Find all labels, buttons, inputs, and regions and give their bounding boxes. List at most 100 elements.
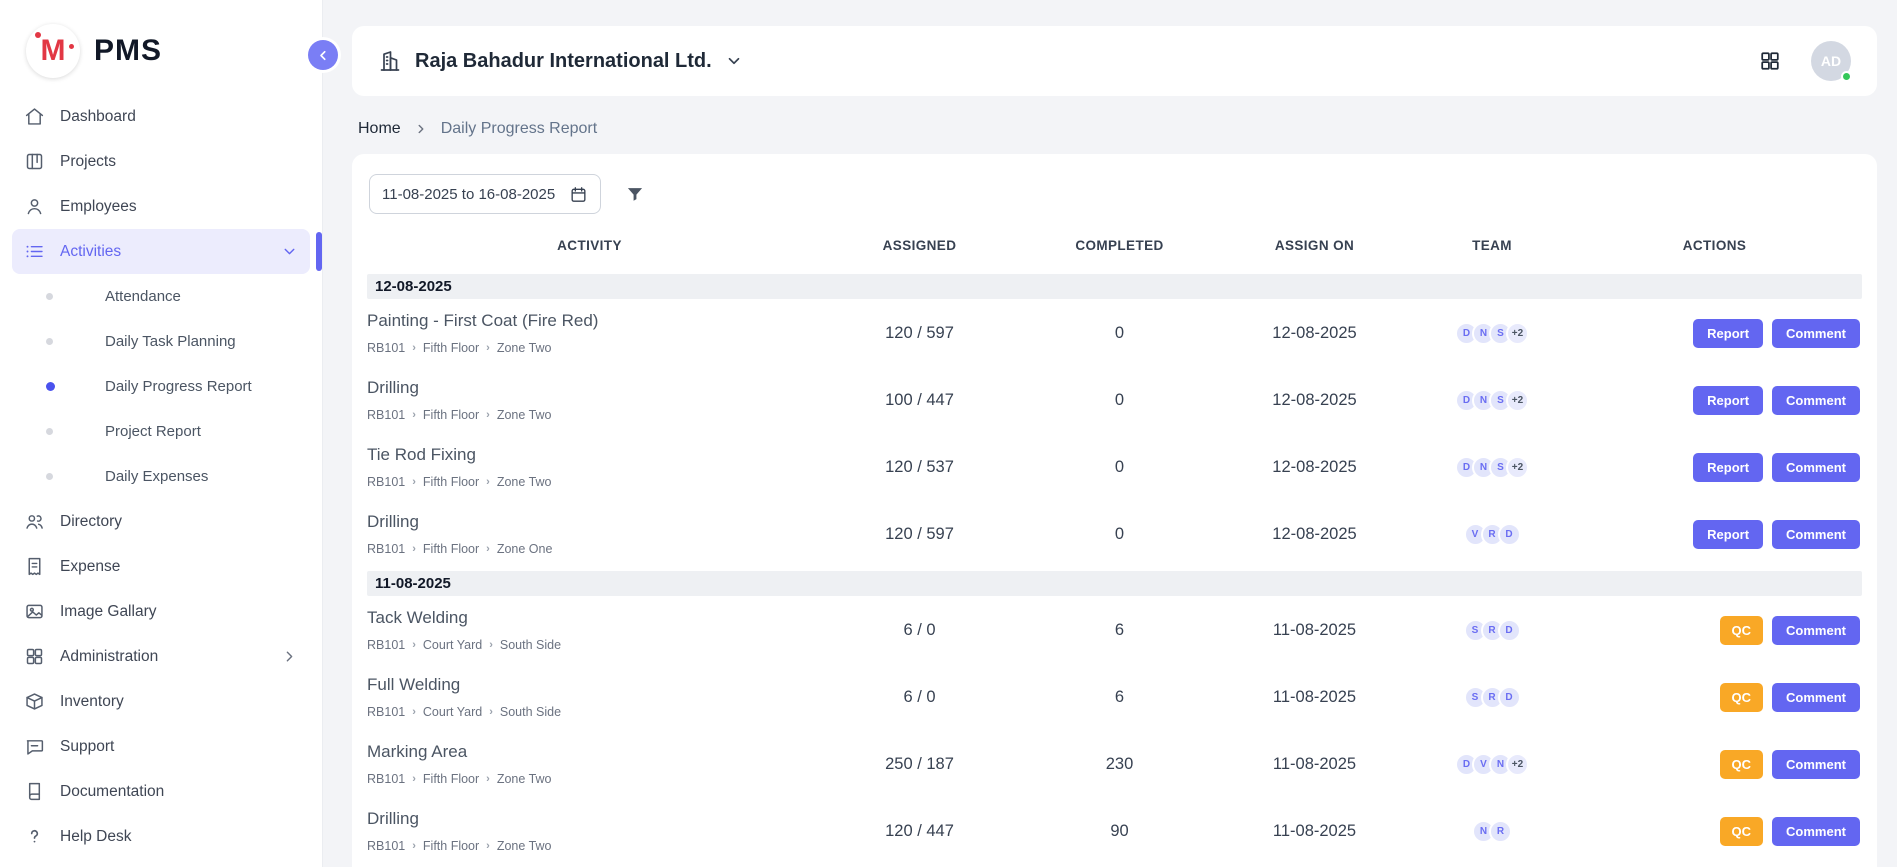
qc-button[interactable]: QC bbox=[1720, 683, 1764, 712]
chevron-right-icon: › bbox=[486, 543, 490, 555]
activity-row: Marking AreaRB101›Fifth Floor›Zone Two25… bbox=[367, 732, 1862, 799]
sidebar-item-label: Help Desk bbox=[60, 828, 132, 846]
completed-value: 0 bbox=[1027, 324, 1212, 343]
sidebar-item-label: Activities bbox=[60, 243, 121, 261]
home-icon bbox=[24, 106, 45, 127]
chevron-right-icon: › bbox=[412, 773, 416, 785]
assign-on-value: 12-08-2025 bbox=[1212, 525, 1417, 544]
comment-button[interactable]: Comment bbox=[1772, 453, 1860, 482]
path-segment: RB101 bbox=[367, 638, 405, 652]
apps-grid-icon[interactable] bbox=[1759, 50, 1781, 72]
date-range-input[interactable]: 11-08-2025 to 16-08-2025 bbox=[369, 174, 601, 214]
path-segment: Zone Two bbox=[497, 408, 552, 422]
sidebar-item-directory[interactable]: Directory bbox=[12, 499, 310, 544]
sidebar-item-administration[interactable]: Administration bbox=[12, 634, 310, 679]
qc-button[interactable]: QC bbox=[1720, 616, 1764, 645]
sidebar-item-dashboard[interactable]: Dashboard bbox=[12, 94, 310, 139]
report-button[interactable]: Report bbox=[1693, 453, 1763, 482]
filter-icon[interactable] bbox=[625, 184, 645, 204]
sidebar-item-daily-progress-report[interactable]: Daily Progress Report bbox=[12, 364, 310, 409]
team-member-avatar: D bbox=[1498, 619, 1521, 642]
actions-cell: QC Comment bbox=[1567, 616, 1862, 645]
activity-location-path: RB101›Fifth Floor›Zone Two bbox=[367, 408, 812, 422]
date-group-header: 11-08-2025 bbox=[367, 571, 1862, 596]
actions-cell: QC Comment bbox=[1567, 683, 1862, 712]
app-logo: M PMS bbox=[0, 0, 322, 94]
list-icon bbox=[24, 241, 45, 262]
path-segment: Fifth Floor bbox=[423, 839, 479, 853]
chevron-right-icon: › bbox=[486, 476, 490, 488]
activity-row: DrillingRB101›Fifth Floor›Zone Two120 / … bbox=[367, 799, 1862, 866]
calendar-icon bbox=[569, 185, 588, 204]
team-member-avatar: D bbox=[1498, 523, 1521, 546]
sidebar-item-label: Administration bbox=[60, 648, 158, 666]
qc-button[interactable]: QC bbox=[1720, 750, 1764, 779]
user-avatar[interactable]: AD bbox=[1811, 41, 1851, 81]
main-content: Raja Bahadur International Ltd. AD Home … bbox=[324, 0, 1897, 867]
sidebar-item-help-desk[interactable]: Help Desk bbox=[12, 814, 310, 859]
sidebar-item-expense[interactable]: Expense bbox=[12, 544, 310, 589]
comment-button[interactable]: Comment bbox=[1772, 520, 1860, 549]
comment-button[interactable]: Comment bbox=[1772, 386, 1860, 415]
report-button[interactable]: Report bbox=[1693, 520, 1763, 549]
report-button[interactable]: Report bbox=[1693, 386, 1763, 415]
activity-name: Drilling bbox=[367, 378, 812, 398]
path-segment: Zone Two bbox=[497, 475, 552, 489]
sidebar-item-daily-task-planning[interactable]: Daily Task Planning bbox=[12, 319, 310, 364]
completed-value: 0 bbox=[1027, 391, 1212, 410]
report-button[interactable]: Report bbox=[1693, 319, 1763, 348]
sidebar-nav: Dashboard Projects Employees Activities … bbox=[0, 94, 322, 859]
sidebar-item-label: Expense bbox=[60, 558, 120, 576]
actions-cell: QC Comment bbox=[1567, 750, 1862, 779]
sidebar-item-label: Documentation bbox=[60, 783, 164, 801]
assign-on-value: 12-08-2025 bbox=[1212, 324, 1417, 343]
activity-name: Marking Area bbox=[367, 742, 812, 762]
activity-cell: Full WeldingRB101›Court Yard›South Side bbox=[367, 675, 812, 719]
qc-button[interactable]: QC bbox=[1720, 817, 1764, 846]
company-selector[interactable]: Raja Bahadur International Ltd. bbox=[378, 49, 743, 73]
team-avatars: SRD bbox=[1417, 686, 1567, 709]
receipt-icon bbox=[24, 556, 45, 577]
assign-on-value: 11-08-2025 bbox=[1212, 688, 1417, 707]
logo-letter: M bbox=[41, 34, 66, 68]
bullet-icon bbox=[46, 382, 55, 391]
sidebar-item-daily-expenses[interactable]: Daily Expenses bbox=[12, 454, 310, 499]
comment-button[interactable]: Comment bbox=[1772, 750, 1860, 779]
sidebar-item-projects[interactable]: Projects bbox=[12, 139, 310, 184]
assigned-value: 120 / 537 bbox=[812, 458, 1027, 477]
sidebar-item-employees[interactable]: Employees bbox=[12, 184, 310, 229]
chevron-right-icon bbox=[414, 122, 428, 136]
comment-button[interactable]: Comment bbox=[1772, 319, 1860, 348]
sidebar-item-activities[interactable]: Activities bbox=[12, 229, 310, 274]
path-segment: Zone Two bbox=[497, 772, 552, 786]
table-header-row: ACTIVITY ASSIGNED COMPLETED ASSIGN ON TE… bbox=[367, 218, 1862, 272]
sidebar: M PMS Dashboard Projects Employees Activ… bbox=[0, 0, 323, 867]
document-icon bbox=[24, 781, 45, 802]
sidebar-item-project-report[interactable]: Project Report bbox=[12, 409, 310, 454]
path-segment: Zone Two bbox=[497, 341, 552, 355]
team-avatars: DVN+2 bbox=[1417, 753, 1567, 776]
sidebar-item-image-gallery[interactable]: Image Gallary bbox=[12, 589, 310, 634]
comment-button[interactable]: Comment bbox=[1772, 616, 1860, 645]
activity-row: Painting - First Coat (Fire Red)RB101›Fi… bbox=[367, 301, 1862, 368]
column-header-assign-on: ASSIGN ON bbox=[1212, 238, 1417, 253]
sidebar-item-inventory[interactable]: Inventory bbox=[12, 679, 310, 724]
chevron-right-icon: › bbox=[489, 706, 493, 718]
breadcrumb-home[interactable]: Home bbox=[358, 120, 401, 138]
sidebar-item-support[interactable]: Support bbox=[12, 724, 310, 769]
comment-button[interactable]: Comment bbox=[1772, 683, 1860, 712]
assigned-value: 120 / 597 bbox=[812, 525, 1027, 544]
team-avatars: NR bbox=[1417, 820, 1567, 843]
path-segment: Zone One bbox=[497, 542, 553, 556]
comment-button[interactable]: Comment bbox=[1772, 817, 1860, 846]
bullet-icon bbox=[46, 338, 53, 345]
column-header-actions: ACTIONS bbox=[1567, 238, 1862, 253]
activity-name: Full Welding bbox=[367, 675, 812, 695]
sidebar-item-attendance[interactable]: Attendance bbox=[12, 274, 310, 319]
online-status-dot bbox=[1841, 71, 1852, 82]
assigned-value: 250 / 187 bbox=[812, 755, 1027, 774]
path-segment: Fifth Floor bbox=[423, 408, 479, 422]
user-icon bbox=[24, 196, 45, 217]
sidebar-collapse-button[interactable] bbox=[308, 40, 338, 70]
sidebar-item-documentation[interactable]: Documentation bbox=[12, 769, 310, 814]
